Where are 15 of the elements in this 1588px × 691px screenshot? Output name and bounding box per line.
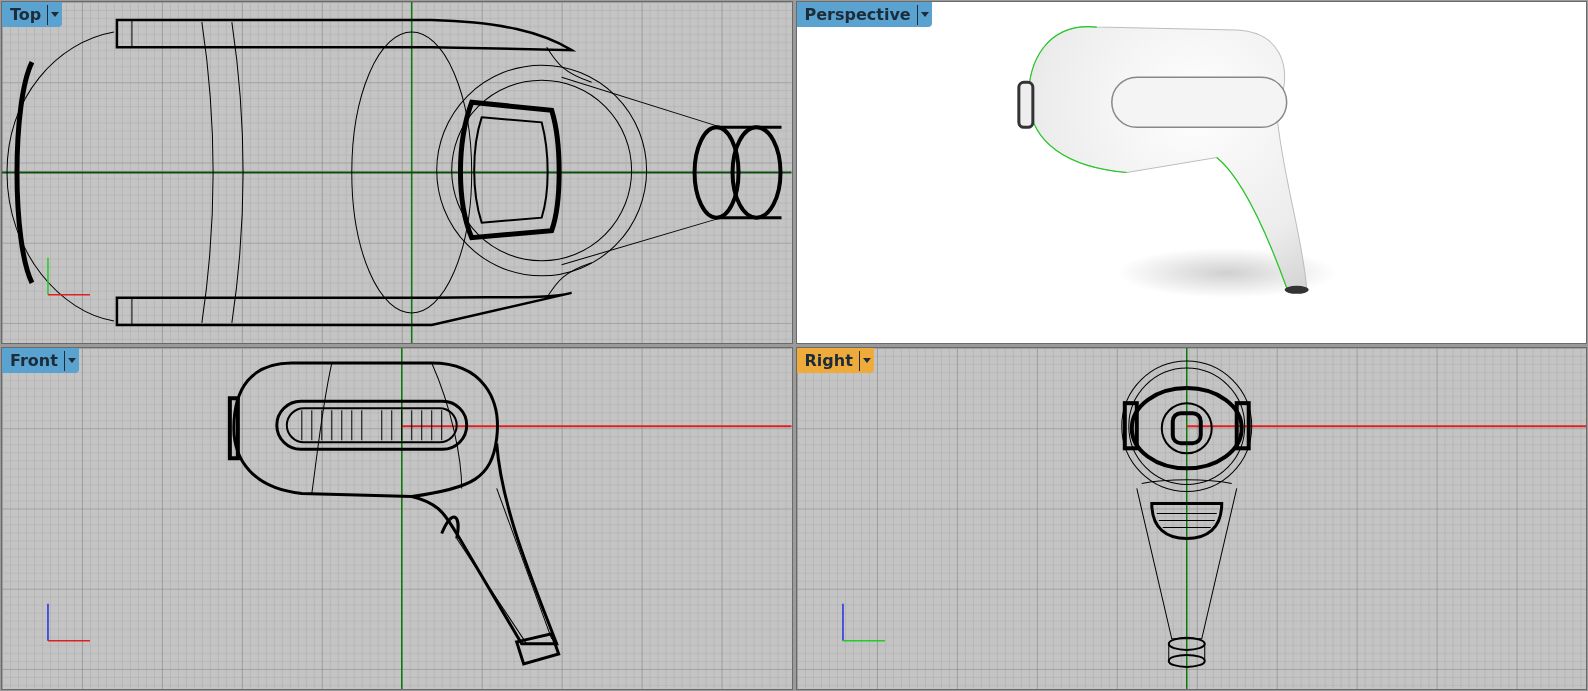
axis-icon bbox=[47, 257, 91, 296]
viewport-tab[interactable]: Perspective bbox=[796, 2, 932, 27]
dropdown-caret-icon bbox=[63, 350, 76, 371]
viewport-tab[interactable]: Front bbox=[2, 348, 79, 373]
viewport[interactable]: Perspective bbox=[795, 1, 1587, 344]
axis-icon bbox=[841, 603, 886, 642]
viewport[interactable]: Right bbox=[795, 347, 1587, 690]
dropdown-caret-icon bbox=[47, 4, 60, 25]
dropdown-caret-icon bbox=[858, 350, 871, 371]
viewport[interactable]: Front bbox=[1, 347, 793, 690]
viewport-tab[interactable]: Top bbox=[2, 2, 63, 27]
viewport-tab[interactable]: Right bbox=[796, 348, 874, 373]
axis-icon bbox=[47, 603, 91, 642]
viewport[interactable]: Top bbox=[1, 1, 793, 344]
dropdown-caret-icon bbox=[916, 4, 929, 25]
